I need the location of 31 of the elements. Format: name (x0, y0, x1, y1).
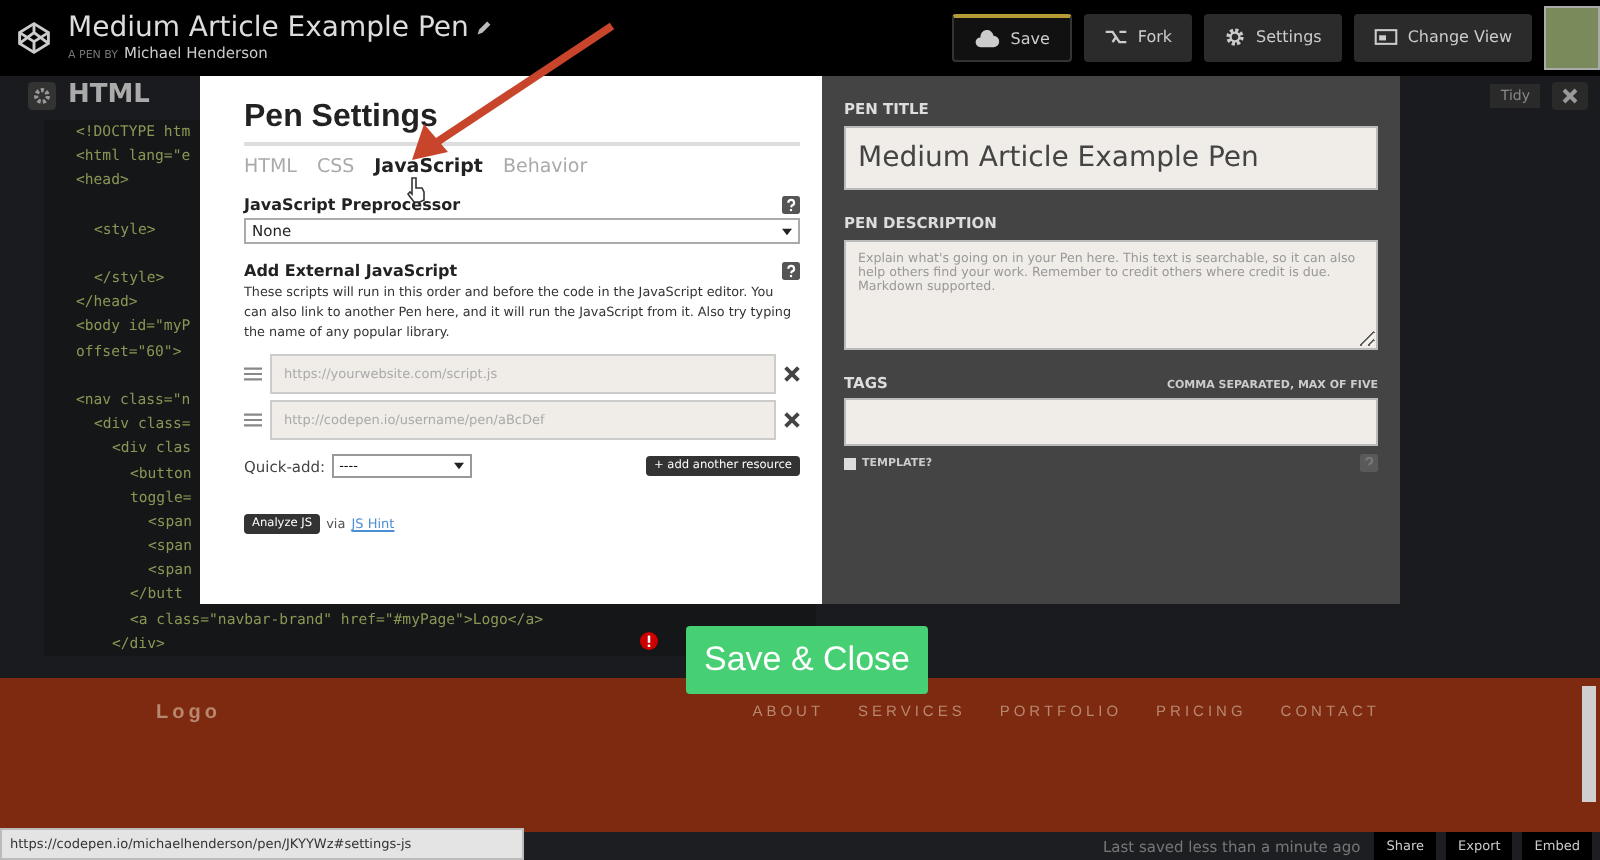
save-button[interactable]: Save (952, 13, 1072, 62)
view-button[interactable]: Change View (1353, 13, 1532, 62)
gear-icon[interactable] (28, 81, 56, 110)
tags-field[interactable] (844, 398, 1378, 446)
gear-icon (1224, 26, 1247, 49)
close-icon[interactable] (784, 412, 800, 429)
template-checkbox[interactable] (844, 457, 856, 469)
pencil-icon[interactable] (476, 20, 493, 37)
section-label: Add External JavaScript (244, 262, 458, 280)
fork-button[interactable]: Fork (1083, 13, 1193, 62)
caret-icon (453, 462, 464, 471)
drag-handle-icon[interactable] (244, 412, 262, 429)
close-icon[interactable] (784, 366, 800, 383)
help-icon[interactable] (782, 196, 800, 214)
editor-title: HTML (68, 80, 150, 111)
fork-icon (1103, 28, 1128, 47)
settings-tab[interactable]: JavaScript (374, 156, 483, 178)
section-label: JavaScript Preprocessor (244, 196, 461, 214)
pen-title: Medium Article Example Pen (68, 12, 469, 45)
drag-handle-icon[interactable] (244, 366, 262, 383)
close-icon[interactable] (1552, 81, 1588, 110)
settings-button[interactable]: Settings (1204, 13, 1342, 62)
cube-logo-icon[interactable] (16, 19, 52, 56)
pen-title-field[interactable]: Medium Article Example Pen (844, 126, 1378, 190)
preview-logo: Logo (156, 702, 221, 725)
layout-icon (1373, 28, 1398, 47)
cloud-icon (974, 29, 1001, 48)
help-icon[interactable] (782, 262, 800, 280)
scrollbar[interactable] (1582, 686, 1596, 803)
error-icon (640, 631, 658, 650)
caret-icon (782, 227, 792, 235)
